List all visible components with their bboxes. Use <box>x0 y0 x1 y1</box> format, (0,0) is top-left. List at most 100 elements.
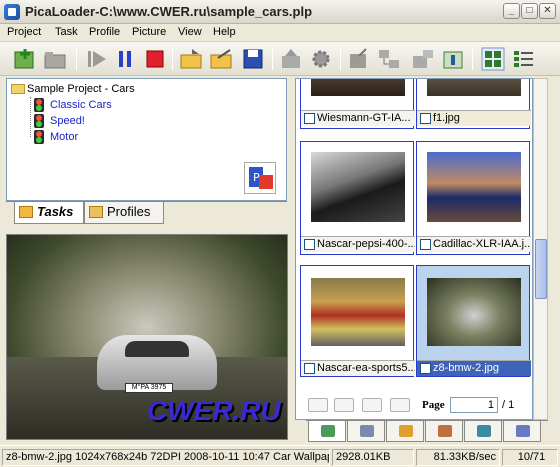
tree-root-label: Sample Project - Cars <box>27 83 135 95</box>
tab-network[interactable] <box>464 421 502 442</box>
app-icon <box>4 4 20 20</box>
info-icon[interactable] <box>440 46 466 72</box>
tree-root[interactable]: Sample Project - Cars <box>11 83 135 95</box>
play-step-icon[interactable] <box>84 46 110 72</box>
profile-folder-icon <box>89 206 103 218</box>
new-task-icon[interactable] <box>12 46 38 72</box>
traffic-light-icon <box>34 98 44 112</box>
toolbar-separator <box>172 48 173 70</box>
thumbnail-checkbox[interactable] <box>304 113 315 124</box>
stop-icon[interactable] <box>142 46 168 72</box>
traffic-light-icon <box>34 130 44 144</box>
last-page-button[interactable] <box>390 398 410 412</box>
menu-project[interactable]: Project <box>7 26 41 38</box>
toolbar-separator <box>472 48 473 70</box>
thumbnail-card[interactable]: f1.jpg <box>416 79 531 129</box>
upload-icon[interactable] <box>278 46 304 72</box>
next-page-button[interactable] <box>362 398 382 412</box>
menu-profile[interactable]: Profile <box>89 26 120 38</box>
prev-page-button[interactable] <box>334 398 354 412</box>
thumbnail-checkbox[interactable] <box>420 113 431 124</box>
menu-help[interactable]: Help <box>213 26 236 38</box>
status-count: 10/71 <box>502 449 558 466</box>
send-icon[interactable] <box>410 46 436 72</box>
cube-tab-icon <box>516 425 530 437</box>
thumbnail-card-selected[interactable]: z8-bmw-2.jpg <box>416 265 531 377</box>
page-total: / 1 <box>502 399 515 411</box>
tree-item-task[interactable]: Speed! <box>34 114 85 128</box>
thumbnails-tab-icon <box>321 425 335 437</box>
status-file-size: 2928.01KB <box>332 449 414 466</box>
status-speed: 81.33KB/sec <box>416 449 500 466</box>
tab-profiles[interactable]: Profiles <box>84 202 164 224</box>
close-button[interactable]: ✕ <box>539 3 556 19</box>
download-tab-icon <box>399 425 413 437</box>
menu-view[interactable]: View <box>178 26 202 38</box>
right-tabbar <box>306 420 548 442</box>
thumbnail-image <box>427 278 521 346</box>
picaloader-logo-icon: P <box>244 162 276 194</box>
settings-gear-icon[interactable] <box>308 46 334 72</box>
thumbnail-checkbox[interactable] <box>304 239 315 250</box>
menu-picture[interactable]: Picture <box>132 26 166 38</box>
menu-task[interactable]: Task <box>55 26 78 38</box>
svg-text:P: P <box>253 171 260 184</box>
toolbar <box>0 42 560 76</box>
open-folder-icon[interactable] <box>42 46 68 72</box>
traffic-light-icon <box>34 114 44 128</box>
toolbar-separator <box>76 48 77 70</box>
preview-car <box>97 335 217 390</box>
maximize-button[interactable]: □ <box>521 3 538 19</box>
menu-bar: Project Task Profile Picture View Help <box>0 24 560 42</box>
scrollbar-thumb[interactable] <box>535 239 547 299</box>
thumbnail-checkbox[interactable] <box>304 363 315 374</box>
image-preview: M°PA 3975 CWER.RU <box>6 234 288 440</box>
tab-tasks[interactable]: Tasks <box>14 202 84 224</box>
tree-connector <box>30 97 31 137</box>
thumbnail-image <box>311 278 405 346</box>
folder-icon <box>11 84 25 95</box>
tab-cube[interactable] <box>503 421 541 442</box>
thumbnail-image <box>427 152 521 222</box>
settings-tab-icon <box>438 425 452 437</box>
project-tree: Sample Project - Cars Classic Cars Speed… <box>6 78 287 201</box>
tab-settings[interactable] <box>425 421 463 442</box>
save-icon[interactable] <box>240 46 266 72</box>
page-label: Page <box>422 399 445 411</box>
left-tabbar: Tasks Profiles <box>6 201 287 224</box>
tab-search[interactable] <box>347 421 385 442</box>
export-icon[interactable] <box>208 46 234 72</box>
download-icon[interactable] <box>346 46 372 72</box>
tree-item-task[interactable]: Classic Cars <box>34 98 112 112</box>
thumbnail-checkbox[interactable] <box>420 363 431 374</box>
open-project-icon[interactable] <box>178 46 204 72</box>
thumbnail-grid: Wiesmann-GT-IA... f1.jpg Nascar-pepsi-40… <box>295 78 533 420</box>
toolbar-separator <box>340 48 341 70</box>
thumbnail-card[interactable]: Nascar-pepsi-400-... <box>300 141 415 255</box>
toolbar-separator <box>272 48 273 70</box>
window-title: PicaLoader-C:\www.CWER.ru\sample_cars.pl… <box>25 4 313 19</box>
tree-network-icon[interactable] <box>376 46 402 72</box>
thumbnail-card[interactable]: Nascar-ea-sports5... <box>300 265 415 377</box>
thumbnail-image <box>311 152 405 222</box>
grid-view-icon[interactable] <box>480 46 506 72</box>
watermark-text: CWER.RU <box>147 395 281 426</box>
thumbnail-card[interactable]: Wiesmann-GT-IA... <box>300 79 415 129</box>
thumbnail-checkbox[interactable] <box>420 239 431 250</box>
tab-thumbnails[interactable] <box>308 421 346 442</box>
search-tab-icon <box>360 425 374 437</box>
title-bar: PicaLoader-C:\www.CWER.ru\sample_cars.pl… <box>0 0 560 24</box>
list-view-icon[interactable] <box>510 46 536 72</box>
thumbnail-card[interactable]: Cadillac-XLR-IAA.j... <box>416 141 531 255</box>
thumbnail-scrollbar[interactable] <box>533 78 548 420</box>
status-bar: z8-bmw-2.jpg 1024x768x24b 72DPI 2008-10-… <box>0 445 560 467</box>
pause-icon[interactable] <box>112 46 138 72</box>
tree-item-task[interactable]: Motor <box>34 130 78 144</box>
thumbnail-image <box>311 79 405 96</box>
minimize-button[interactable]: _ <box>503 3 520 19</box>
page-input[interactable]: 1 <box>450 397 498 413</box>
network-tab-icon <box>477 425 491 437</box>
folder-icon <box>19 206 33 218</box>
first-page-button[interactable] <box>308 398 328 412</box>
tab-download[interactable] <box>386 421 424 442</box>
